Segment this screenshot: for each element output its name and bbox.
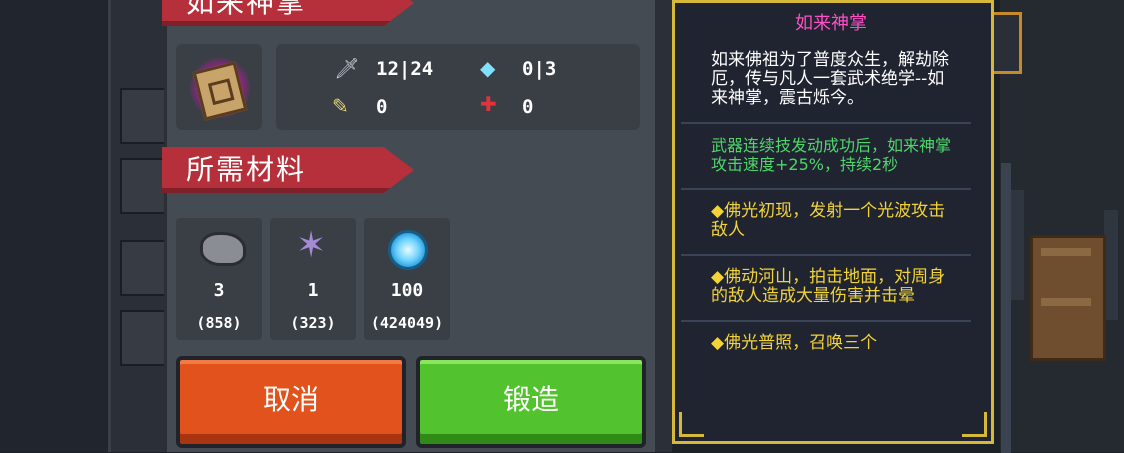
divider (681, 122, 971, 124)
material-required: 100 (390, 280, 424, 301)
energy-stat: 0|3 (522, 58, 557, 80)
material-slot: ✶ 1 (323) (270, 218, 356, 340)
fence-post (1104, 210, 1118, 320)
crit-stat: 0 (376, 96, 388, 118)
skill-line: ◆佛光初现，发射一个光波攻击敌人 (711, 201, 946, 240)
material-required: 1 (307, 280, 319, 301)
divider (681, 320, 971, 322)
crit-blade-icon: ✎ (332, 94, 349, 118)
skill-line: ◆佛动河山，拍击地面，对周身的敌人造成大量伤害并击晕 (711, 267, 946, 306)
ore-stone-icon (200, 232, 246, 266)
description-panel[interactable]: 如来神掌 如来佛祖为了普度众生，解劫除厄，传与凡人一套武术绝学--如来神掌，震古… (672, 0, 1011, 453)
blue-gem-icon (388, 230, 428, 270)
description-scrollbar[interactable] (1001, 163, 1011, 453)
rack-slot (120, 310, 168, 366)
weapon-rack (108, 0, 169, 452)
material-slot: 3 (858) (176, 218, 262, 340)
material-required: 3 (213, 280, 225, 301)
background-left (0, 0, 110, 452)
material-owned: (323) (290, 314, 336, 332)
forge-button[interactable]: 锻造 (416, 356, 646, 448)
sword-icon: 🗡 (334, 56, 360, 80)
precision-stat: 0 (522, 96, 534, 118)
rack-slot (120, 88, 168, 144)
frame-corner (679, 412, 704, 437)
material-slot: 100 (424049) (364, 218, 450, 340)
description-effect: 武器连续技发动成功后，如来神掌攻击速度+25%，持续2秒 (711, 136, 952, 174)
stats-panel: 🗡 12|24 ◆ 0|3 ✎ 0 ✚ 0 (276, 44, 640, 130)
rack-slot (120, 158, 168, 214)
background-divider (652, 0, 672, 452)
materials-header: 所需材料 (162, 147, 414, 193)
material-owned: (424049) (370, 314, 444, 332)
item-name-ribbon: 如来神掌 (162, 0, 414, 26)
damage-stat: 12|24 (376, 58, 434, 80)
frame-corner (962, 412, 987, 437)
divider (681, 254, 971, 256)
description-lore: 如来佛祖为了普度众生，解劫除厄，传与凡人一套武术绝学--如来神掌，震古烁今。 (711, 50, 949, 108)
crosshair-icon: ✚ (480, 92, 497, 116)
rack-slot (120, 240, 168, 296)
skill-line: ◆佛光普照，召唤三个 (711, 333, 878, 353)
fence-post (1010, 190, 1024, 300)
description-title: 如来神掌 (795, 13, 867, 34)
divider (681, 188, 971, 190)
cancel-button[interactable]: 取消 (176, 356, 406, 448)
material-owned: (858) (196, 314, 242, 332)
wooden-crate (1030, 235, 1106, 361)
energy-crystal-icon: ◆ (480, 56, 496, 80)
item-preview (176, 44, 262, 130)
crystal-shard-icon: ✶ (296, 225, 327, 266)
